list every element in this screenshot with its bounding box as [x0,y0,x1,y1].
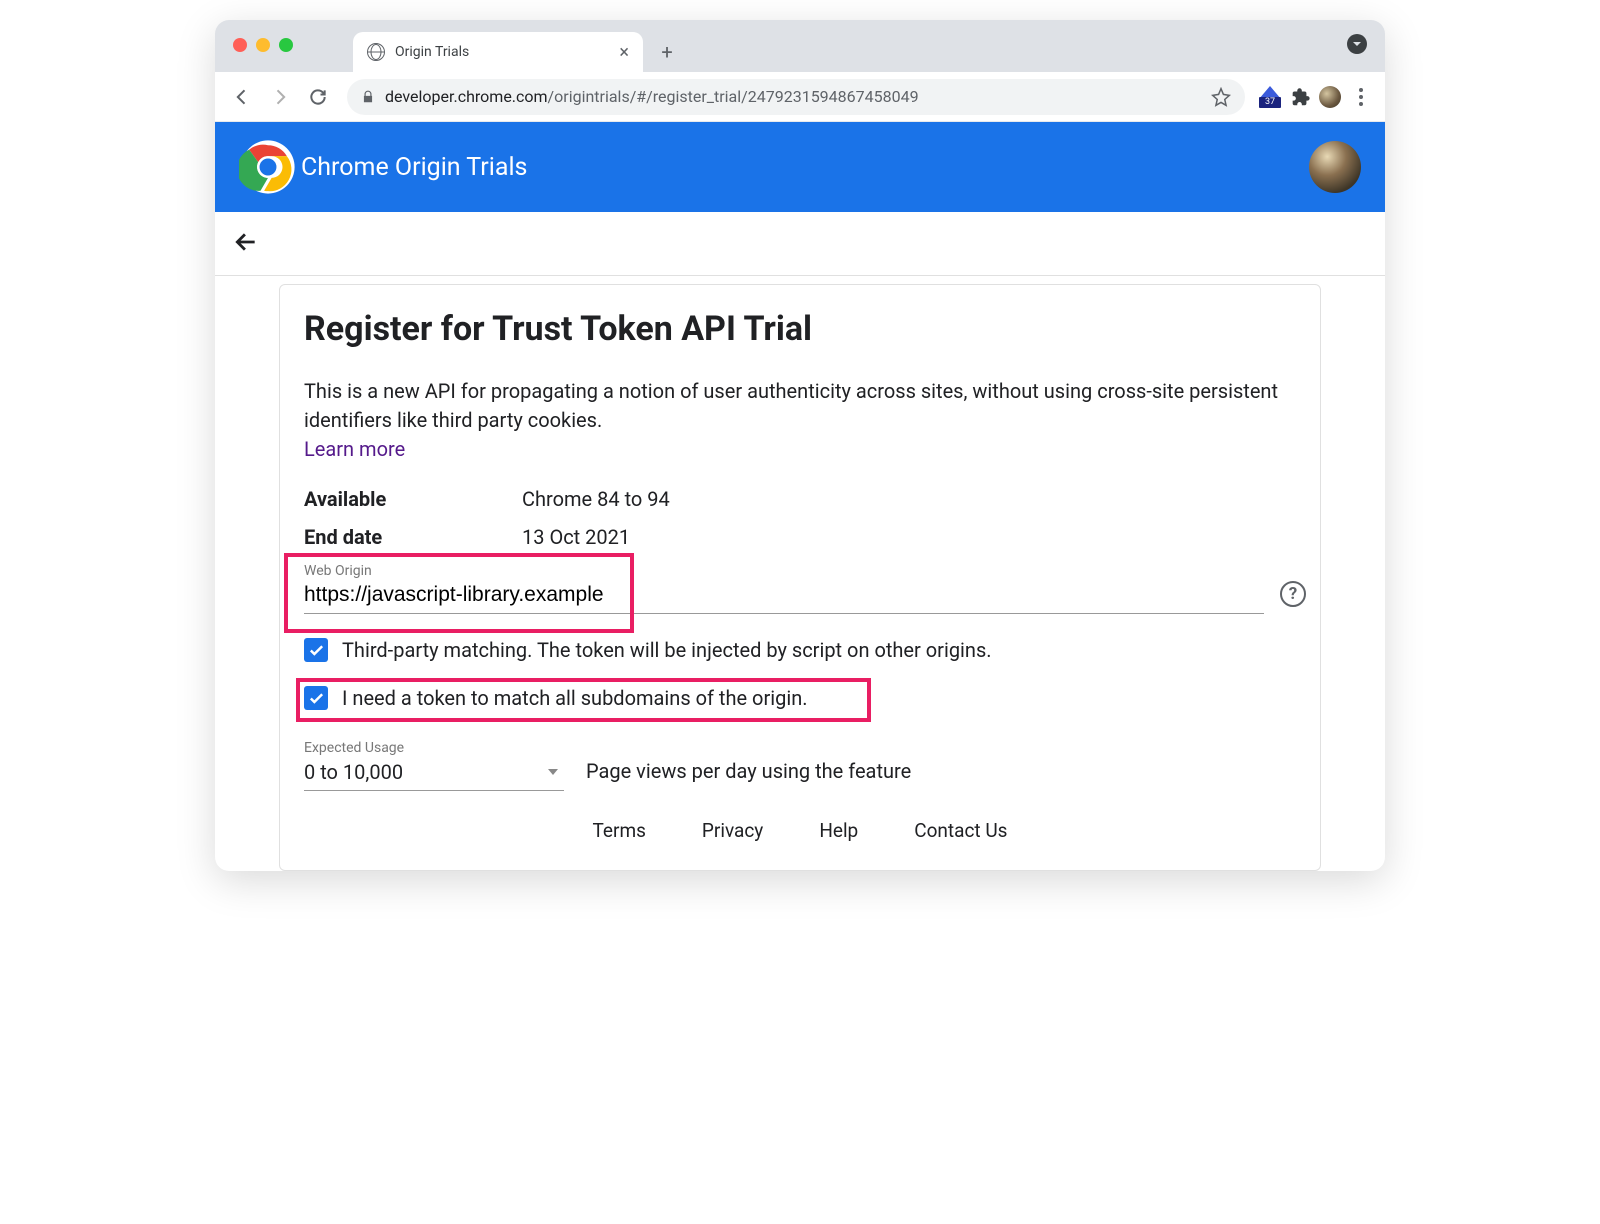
close-tab-button[interactable]: × [619,42,629,63]
footer-contact-link[interactable]: Contact Us [914,819,1007,842]
third-party-label: Third-party matching. The token will be … [342,638,992,662]
chevron-down-icon [1352,39,1362,49]
tab-strip: Origin Trials × + [215,20,1385,72]
check-icon [308,690,325,707]
end-date-label: End date [304,525,522,549]
expected-usage-row: Expected Usage 0 to 10,000 Page views pe… [304,740,1296,791]
chrome-logo-icon [239,138,297,196]
web-origin-field: Web Origin ? [304,563,1296,614]
extension-icon[interactable]: 37 [1259,86,1281,108]
tab-title: Origin Trials [395,44,609,60]
expected-usage-label: Expected Usage [304,740,564,756]
third-party-checkbox-row: Third-party matching. The token will be … [304,638,1296,662]
end-date-row: End date 13 Oct 2021 [304,525,1296,549]
back-button[interactable] [227,82,257,112]
footer-links: Terms Privacy Help Contact Us [304,819,1296,842]
minimize-window-button[interactable] [256,38,270,52]
footer-terms-link[interactable]: Terms [593,819,646,842]
available-value: Chrome 84 to 94 [522,487,670,511]
browser-window: Origin Trials × + developer.chrome.com/o… [215,20,1385,871]
extensions-puzzle-icon[interactable] [1289,86,1311,108]
help-icon[interactable]: ? [1280,581,1306,607]
expected-usage-value: 0 to 10,000 [304,760,403,784]
third-party-checkbox[interactable] [304,638,328,662]
browser-toolbar: developer.chrome.com/origintrials/#/regi… [215,72,1385,122]
browser-tab[interactable]: Origin Trials × [353,32,643,72]
subdomains-checkbox[interactable] [304,686,328,710]
end-date-value: 13 Oct 2021 [522,525,630,549]
arrow-left-icon [233,229,259,255]
globe-icon [367,43,385,61]
learn-more-link[interactable]: Learn more [304,437,405,461]
fullscreen-window-button[interactable] [279,38,293,52]
page-title: Register for Trust Token API Trial [304,309,1296,349]
subdomains-label: I need a token to match all subdomains o… [342,686,808,710]
dropdown-triangle-icon [548,769,558,775]
description: This is a new API for propagating a noti… [304,377,1296,435]
brand: Chrome Origin Trials [239,138,527,196]
registration-card: Register for Trust Token API Trial This … [279,284,1321,871]
available-row: Available Chrome 84 to 94 [304,487,1296,511]
user-avatar[interactable] [1309,141,1361,193]
available-label: Available [304,487,522,511]
page-header: Chrome Origin Trials [215,122,1385,212]
footer-privacy-link[interactable]: Privacy [702,819,763,842]
forward-button[interactable] [265,82,295,112]
expected-usage-select[interactable]: 0 to 10,000 [304,758,564,791]
web-origin-input[interactable] [304,581,1264,614]
page-back-button[interactable] [233,229,259,259]
check-icon [308,642,325,659]
close-window-button[interactable] [233,38,247,52]
browser-menu-button[interactable] [1349,88,1373,106]
sub-nav [215,212,1385,276]
window-controls [233,38,293,52]
expected-usage-description: Page views per day using the feature [586,759,911,791]
url-text: developer.chrome.com/origintrials/#/regi… [385,87,1201,106]
bookmark-star-icon[interactable] [1211,87,1231,107]
profile-avatar[interactable] [1319,86,1341,108]
brand-text: Chrome Origin Trials [301,153,527,182]
lock-icon [361,90,375,104]
footer-help-link[interactable]: Help [819,819,858,842]
new-tab-button[interactable]: + [653,38,681,66]
subdomains-checkbox-row: I need a token to match all subdomains o… [304,686,1296,710]
web-origin-label: Web Origin [304,563,1296,579]
reload-button[interactable] [303,82,333,112]
address-bar[interactable]: developer.chrome.com/origintrials/#/regi… [347,79,1245,115]
tab-overflow-button[interactable] [1347,34,1367,54]
